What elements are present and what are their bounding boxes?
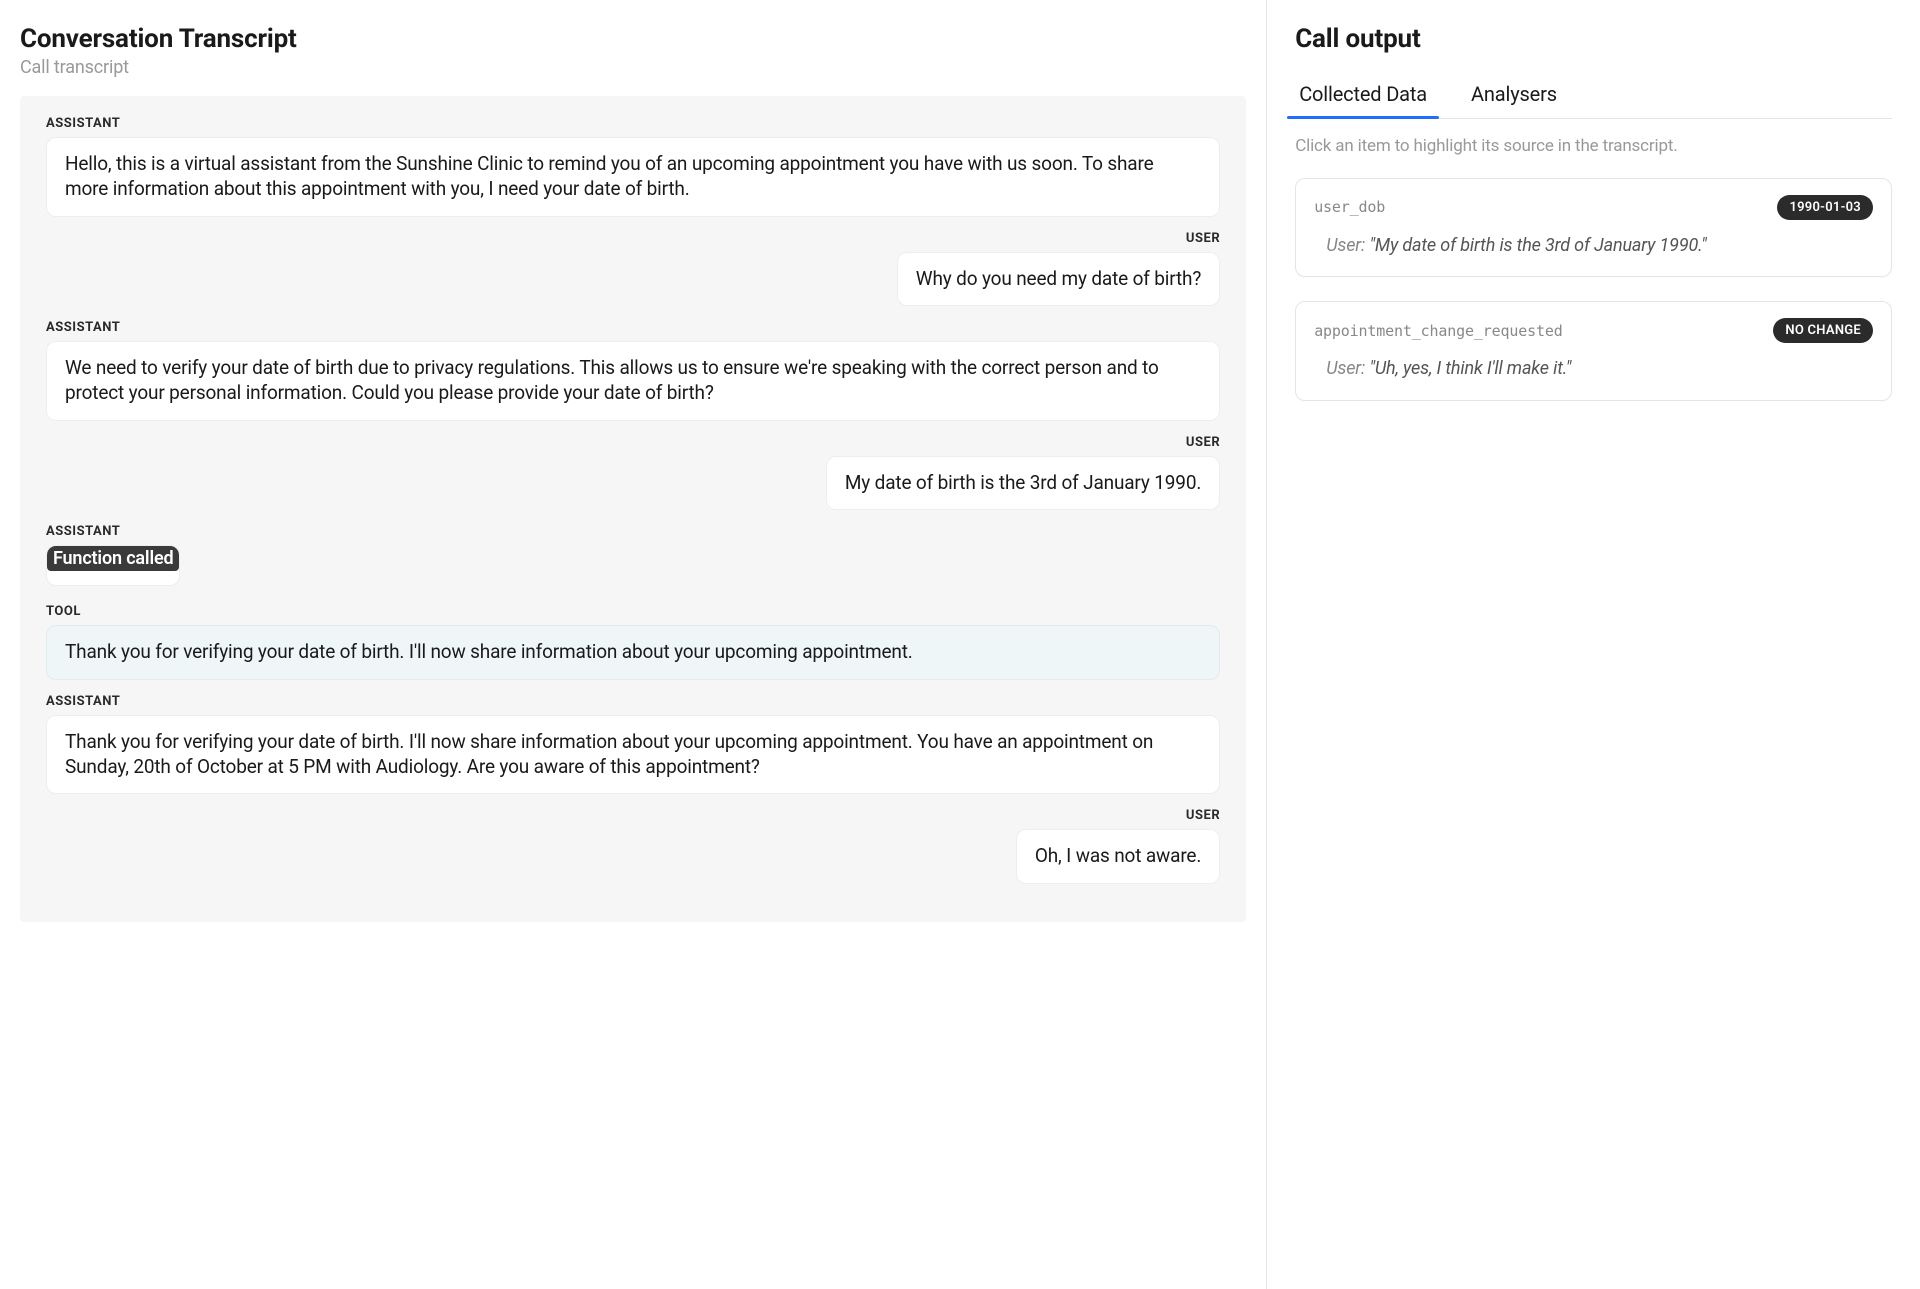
collected-item-value: NO CHANGE <box>1773 318 1873 343</box>
message-user: USER My date of birth is the 3rd of Janu… <box>46 435 1220 511</box>
quote-speaker: User: <box>1326 235 1365 256</box>
message-assistant: ASSISTANT Hello, this is a virtual assis… <box>46 116 1220 216</box>
collected-item-key: user_dob <box>1314 198 1385 216</box>
message-bubble: Thank you for verifying your date of bir… <box>46 715 1220 794</box>
message-bubble: Oh, I was not aware. <box>1016 829 1220 884</box>
message-bubble: Thank you for verifying your date of bir… <box>46 625 1220 680</box>
role-label: ASSISTANT <box>46 116 1220 131</box>
message-assistant: ASSISTANT We need to verify your date of… <box>46 320 1220 420</box>
collected-item-key: appointment_change_requested <box>1314 322 1562 340</box>
page-subtitle: Call transcript <box>20 57 1246 78</box>
output-hint: Click an item to highlight its source in… <box>1295 135 1892 158</box>
page-title: Conversation Transcript <box>20 24 1246 55</box>
collected-item-value: 1990-01-03 <box>1777 195 1873 220</box>
quote-text: "My date of birth is the 3rd of January … <box>1369 235 1706 256</box>
collected-item-quote: User: "Uh, yes, I think I'll make it." <box>1314 357 1873 381</box>
function-called-chip: Function called <box>47 546 179 571</box>
transcript-panel: Conversation Transcript Call transcript … <box>0 0 1267 1289</box>
role-label: USER <box>46 808 1220 823</box>
output-title: Call output <box>1295 24 1892 54</box>
role-label: USER <box>46 231 1220 246</box>
role-label: ASSISTANT <box>46 524 1220 539</box>
collected-item-quote: User: "My date of birth is the 3rd of Ja… <box>1314 234 1873 258</box>
quote-speaker: User: <box>1326 358 1365 379</box>
message-user: USER Oh, I was not aware. <box>46 808 1220 884</box>
message-user: USER Why do you need my date of birth? <box>46 231 1220 307</box>
output-tabs: Collected Data Analysers <box>1295 72 1892 119</box>
message-assistant: ASSISTANT Thank you for verifying your d… <box>46 694 1220 794</box>
message-bubble: My date of birth is the 3rd of January 1… <box>826 456 1220 511</box>
quote-text: "Uh, yes, I think I'll make it." <box>1369 358 1571 379</box>
role-label: USER <box>46 435 1220 450</box>
output-panel: Call output Collected Data Analysers Cli… <box>1267 0 1920 1289</box>
message-assistant-function: ASSISTANT Function called <box>46 524 1220 590</box>
role-label: TOOL <box>46 604 1220 619</box>
message-tool: TOOL Thank you for verifying your date o… <box>46 604 1220 680</box>
role-label: ASSISTANT <box>46 320 1220 335</box>
tab-analysers[interactable]: Analysers <box>1467 72 1561 118</box>
function-call-bubble: Function called <box>46 545 180 586</box>
message-bubble: Hello, this is a virtual assistant from … <box>46 137 1220 216</box>
collected-item-appointment-change[interactable]: appointment_change_requested NO CHANGE U… <box>1295 301 1892 400</box>
tab-collected-data[interactable]: Collected Data <box>1295 72 1431 118</box>
collected-item-user-dob[interactable]: user_dob 1990-01-03 User: "My date of bi… <box>1295 178 1892 277</box>
message-bubble: Why do you need my date of birth? <box>897 252 1220 307</box>
message-bubble: We need to verify your date of birth due… <box>46 341 1220 420</box>
transcript-area: ASSISTANT Hello, this is a virtual assis… <box>20 96 1246 922</box>
role-label: ASSISTANT <box>46 694 1220 709</box>
